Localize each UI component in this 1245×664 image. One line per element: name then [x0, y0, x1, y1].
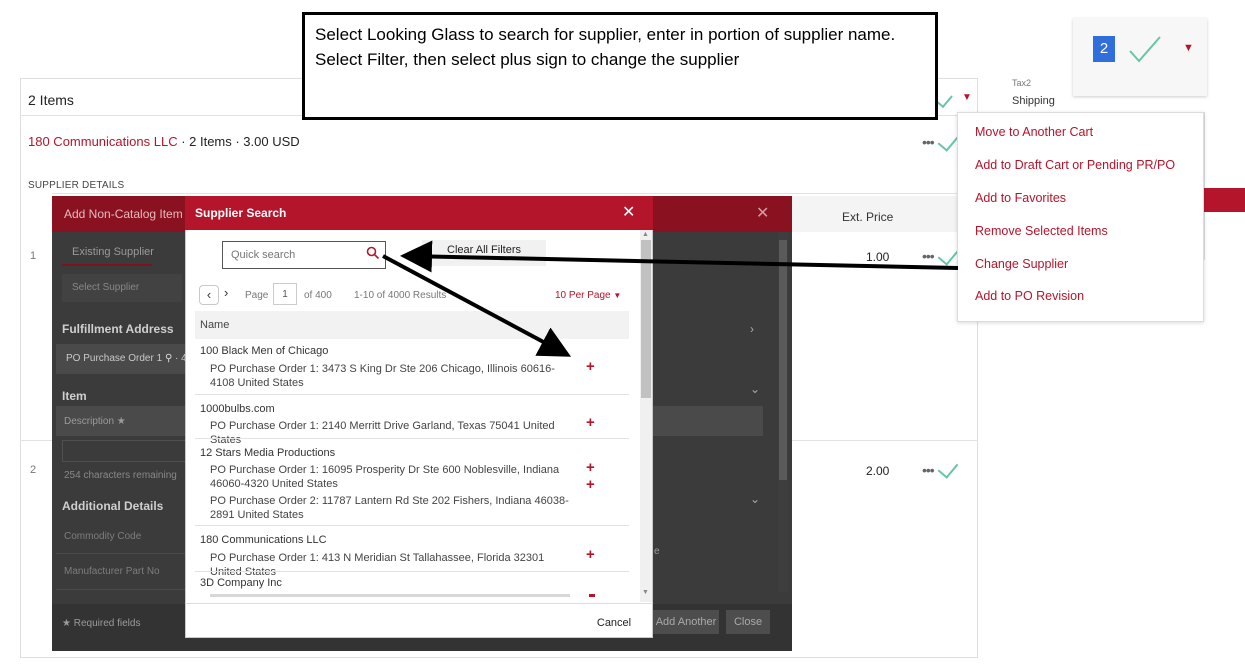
- arrow-to-search-icon: [400, 240, 959, 273]
- arrow-to-plus-icon: [382, 254, 572, 357]
- annotation-arrows: [382, 240, 959, 357]
